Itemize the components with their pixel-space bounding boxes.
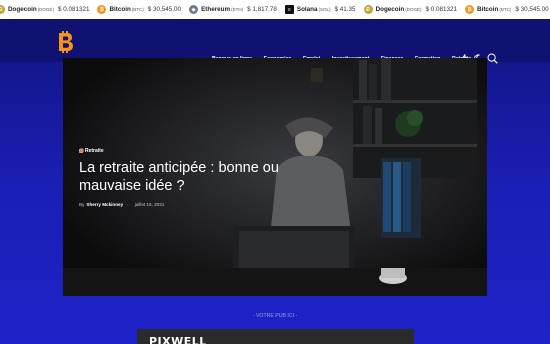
ticker-item[interactable]: ◆ Ethereum (ETH) $ 1,817.78 <box>189 5 277 14</box>
dogecoin-icon: Ð <box>363 5 373 14</box>
article-meta: By Sherry Mckinney · juillet 15, 2021 <box>79 148 339 207</box>
solana-icon: ≡ <box>284 5 294 14</box>
coin-name: Solana <box>296 6 318 13</box>
ticker-item[interactable]: ≡ Solana (SOL) $ 41.35 <box>284 5 356 14</box>
coin-symbol: (DOGE) <box>405 7 422 12</box>
category-label: Retraite <box>85 148 104 154</box>
search-icon[interactable] <box>487 53 498 64</box>
coin-name: Dogecoin <box>8 6 37 13</box>
coin-price: $ 0.081321 <box>425 6 458 13</box>
coin-price: $ 0.081321 <box>57 6 90 13</box>
featured-article[interactable]: Retraite La retraite anticipée : bonne o… <box>63 58 487 296</box>
crypto-ticker: Ð Dogecoin (DOGE) $ 0.081321 ₿ Bitcoin (BTC) $ … <box>0 0 550 19</box>
coin-symbol: (BTC) <box>499 7 512 12</box>
coin-name: Ethereum <box>201 6 231 13</box>
coin-price: $ 30,545.00 <box>147 6 182 13</box>
hero-text: Retraite La retraite anticipée : bonne o… <box>79 148 339 207</box>
coin-name: Dogecoin <box>375 6 405 13</box>
coin-name: Bitcoin <box>477 6 499 13</box>
category-badge[interactable]: Retraite <box>79 148 339 154</box>
ticker-item[interactable]: ₿ Bitcoin (BTC) $ 30,545.00 <box>465 5 549 14</box>
coin-price: $ 41.35 <box>334 6 356 13</box>
ticker-item[interactable]: Ð Dogecoin (DOGE) $ 0.081321 <box>0 5 89 14</box>
ad-banner[interactable]: PIXWELL <box>137 329 414 344</box>
ticker-item[interactable]: ₿ Bitcoin (BTC) $ 30,545.00 <box>97 5 181 14</box>
dogecoin-icon: Ð <box>0 5 5 14</box>
bitcoin-icon: ₿ <box>465 5 475 14</box>
ad-banner-text: PIXWELL <box>149 335 207 344</box>
site-header: Banque en ligneEconomiesEmploiInvestisse… <box>0 19 550 64</box>
coin-price: $ 30,545.00 <box>515 6 549 13</box>
coin-symbol: (SOL) <box>318 7 331 12</box>
coin-price: $ 1,817.78 <box>247 6 277 13</box>
meta-separator: · <box>127 202 129 207</box>
bitcoin-logo-icon[interactable] <box>56 31 76 53</box>
ethereum-icon: ◆ <box>189 5 199 14</box>
article-date: juillet 15, 2021 <box>134 202 165 207</box>
coin-symbol: (BTC) <box>131 7 144 12</box>
ad-label: - VOTRE PUB ICI - <box>252 313 298 319</box>
author-link[interactable]: Sherry Mckinney <box>86 202 123 207</box>
by-label: By <box>79 202 85 207</box>
bitcoin-icon: ₿ <box>97 5 107 14</box>
coin-symbol: (DOGE) <box>37 7 54 12</box>
coin-symbol: (ETH) <box>231 7 244 12</box>
article-title[interactable]: La retraite anticipée : bonne ou mauvais… <box>79 159 339 195</box>
coin-name: Bitcoin <box>109 6 131 13</box>
ticker-item[interactable]: Ð Dogecoin (DOGE) $ 0.081321 <box>363 5 458 14</box>
